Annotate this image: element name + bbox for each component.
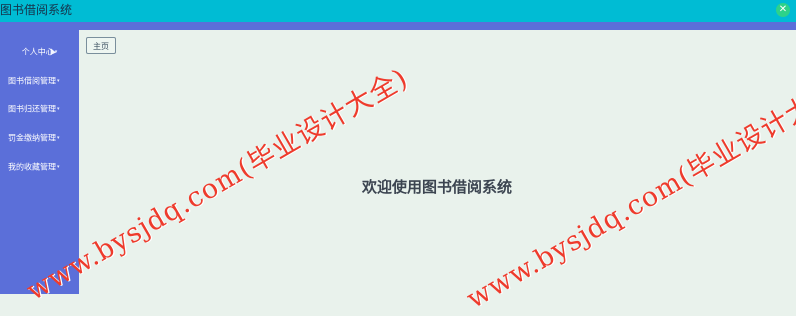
welcome-message: 欢迎使用图书借阅系统 (362, 178, 513, 196)
close-icon[interactable]: ✕ (776, 3, 790, 17)
sidebar-item-borrow-management[interactable]: 图书借阅管理▾ (0, 71, 79, 91)
sidebar-item-fine-management[interactable]: 罚金缴纳管理▾ (0, 128, 79, 148)
sidebar-item-personal-center[interactable]: 个人中心▾ (0, 42, 79, 62)
sidebar-item-return-management[interactable]: 图书归还管理▾ (0, 99, 79, 119)
sidebar-item-label: 图书归还管理 (8, 104, 56, 114)
tab-home[interactable]: 主页 (86, 37, 116, 54)
top-bar (0, 0, 796, 22)
app-title: 图书借阅系统 (0, 3, 73, 17)
chevron-down-icon: ▾ (57, 135, 60, 141)
chevron-down-icon: ▾ (57, 78, 60, 84)
header-stripe (0, 22, 796, 30)
sidebar-item-favorites-management[interactable]: 我的收藏管理▾ (0, 157, 79, 177)
chevron-down-icon: ▾ (57, 106, 60, 112)
sidebar-item-label: 罚金缴纳管理 (8, 133, 56, 143)
chevron-down-icon: ▾ (57, 164, 60, 170)
sidebar-item-label: 图书借阅管理 (8, 76, 56, 86)
sidebar-item-label: 我的收藏管理 (8, 162, 56, 172)
